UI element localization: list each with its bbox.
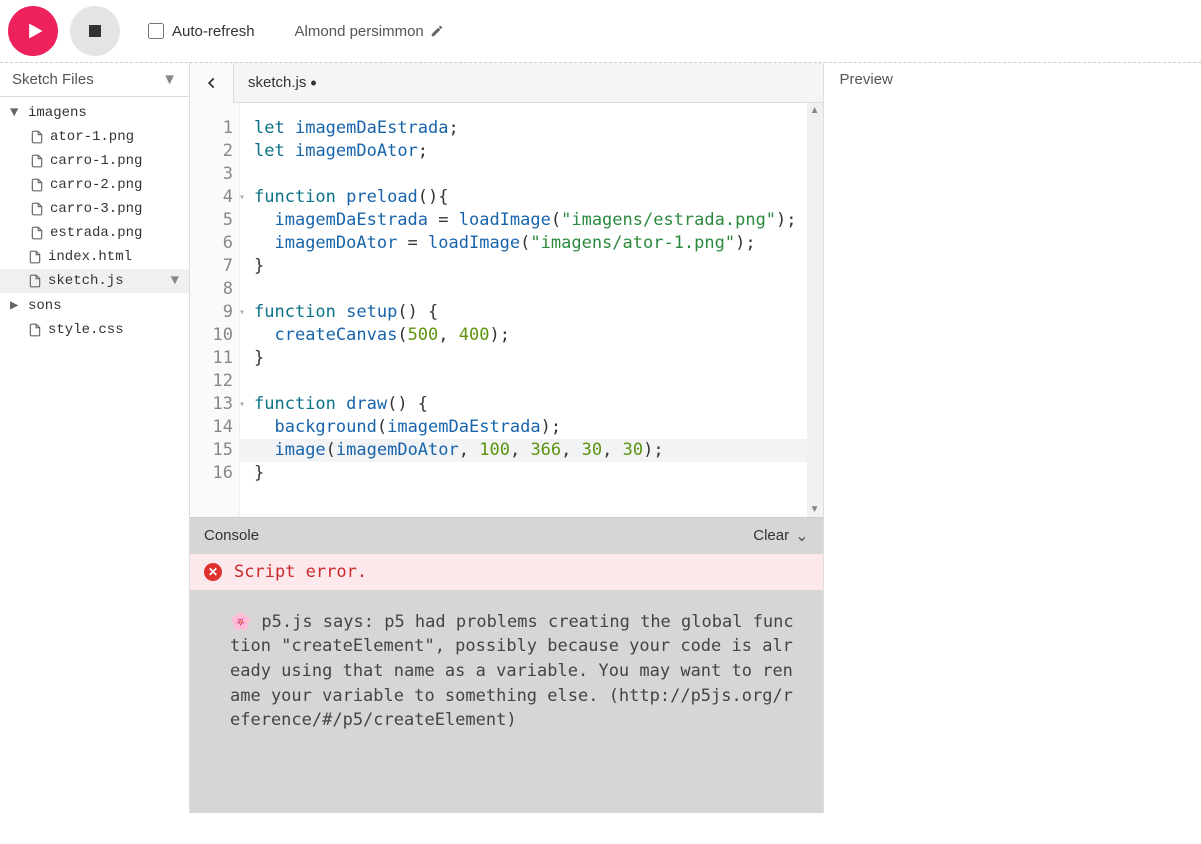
file-tree-item-carro-2-png[interactable]: carro-2.png [0, 173, 189, 197]
console: Console Clear ⌄ ✕ Script error. 🌸 p5.js … [190, 517, 823, 813]
pencil-icon [430, 24, 444, 38]
preview-title: Preview [840, 71, 1185, 88]
auto-refresh-toggle[interactable]: Auto-refresh [148, 23, 255, 40]
console-title: Console [204, 527, 259, 544]
chevron-left-icon [205, 76, 219, 90]
file-tree-item-ator-1-png[interactable]: ator-1.png [0, 125, 189, 149]
sidebar: Sketch Files ▼ ▼imagensator-1.pngcarro-1… [0, 63, 190, 813]
file-name: carro-1.png [50, 153, 142, 169]
sidebar-options-icon[interactable]: ▼ [162, 71, 177, 88]
file-name: carro-2.png [50, 177, 142, 193]
file-tree-item-style-css[interactable]: style.css [0, 318, 189, 342]
scrollbar[interactable]: ▲ ▼ [807, 103, 823, 517]
file-tree-item-carro-3-png[interactable]: carro-3.png [0, 197, 189, 221]
sketch-name[interactable]: Almond persimmon [295, 23, 444, 40]
unsaved-indicator-icon: • [310, 74, 316, 92]
sidebar-header: Sketch Files ▼ [0, 63, 189, 97]
file-tree-item-carro-1-png[interactable]: carro-1.png [0, 149, 189, 173]
file-name: estrada.png [50, 225, 142, 241]
auto-refresh-label: Auto-refresh [172, 23, 255, 40]
scroll-down-icon[interactable]: ▼ [810, 504, 820, 515]
collapse-sidebar-button[interactable] [190, 63, 234, 103]
auto-refresh-checkbox[interactable] [148, 23, 164, 39]
stop-icon [86, 22, 104, 40]
sketch-name-text: Almond persimmon [295, 23, 424, 40]
console-header: Console Clear ⌄ [190, 518, 823, 554]
tab-bar: sketch.js • [190, 63, 823, 103]
console-error-text: Script error. [234, 562, 367, 582]
console-clear-button[interactable]: Clear ⌄ [753, 526, 808, 546]
stop-button[interactable] [70, 6, 120, 56]
file-name: sketch.js [48, 273, 124, 289]
play-button[interactable] [8, 6, 58, 56]
file-name: style.css [48, 322, 124, 338]
file-tree-item-sketch-js[interactable]: sketch.js ▼ [0, 269, 189, 293]
chevron-down-icon: ⌄ [795, 526, 808, 546]
file-name: index.html [48, 249, 132, 265]
file-tree-item-imagens[interactable]: ▼imagens [0, 101, 189, 125]
toolbar: Auto-refresh Almond persimmon [0, 0, 1201, 62]
sidebar-title: Sketch Files [12, 71, 94, 88]
console-error-row: ✕ Script error. [190, 554, 823, 590]
file-name: ator-1.png [50, 129, 134, 145]
file-tree-item-index-html[interactable]: index.html [0, 245, 189, 269]
code-content[interactable]: let imagemDaEstrada;let imagemDoAtor; fu… [240, 103, 807, 517]
console-body: ✕ Script error. 🌸 p5.js says: p5 had pro… [190, 554, 823, 813]
tab-label: sketch.js [248, 74, 306, 91]
main: Sketch Files ▼ ▼imagensator-1.pngcarro-1… [0, 63, 1201, 813]
file-name: imagens [28, 105, 87, 121]
file-tree-item-sons[interactable]: ▶sons [0, 293, 189, 318]
file-options-icon[interactable]: ▼ [171, 273, 179, 289]
console-message: 🌸 p5.js says: p5 had problems creating t… [190, 590, 823, 813]
file-tree: ▼imagensator-1.pngcarro-1.pngcarro-2.png… [0, 97, 189, 346]
scroll-up-icon[interactable]: ▲ [810, 105, 820, 116]
play-icon [25, 21, 45, 41]
preview-column: Preview [824, 63, 1201, 813]
line-number-gutter: 12345678910111213141516 [190, 103, 240, 517]
console-clear-label: Clear [753, 527, 789, 544]
file-name: sons [28, 298, 62, 314]
code-editor[interactable]: 12345678910111213141516 let imagemDaEstr… [190, 103, 823, 517]
editor-column: sketch.js • 12345678910111213141516 let … [190, 63, 824, 813]
tab-sketch-js[interactable]: sketch.js • [234, 74, 331, 92]
error-icon: ✕ [204, 563, 222, 581]
file-tree-item-estrada-png[interactable]: estrada.png [0, 221, 189, 245]
file-name: carro-3.png [50, 201, 142, 217]
